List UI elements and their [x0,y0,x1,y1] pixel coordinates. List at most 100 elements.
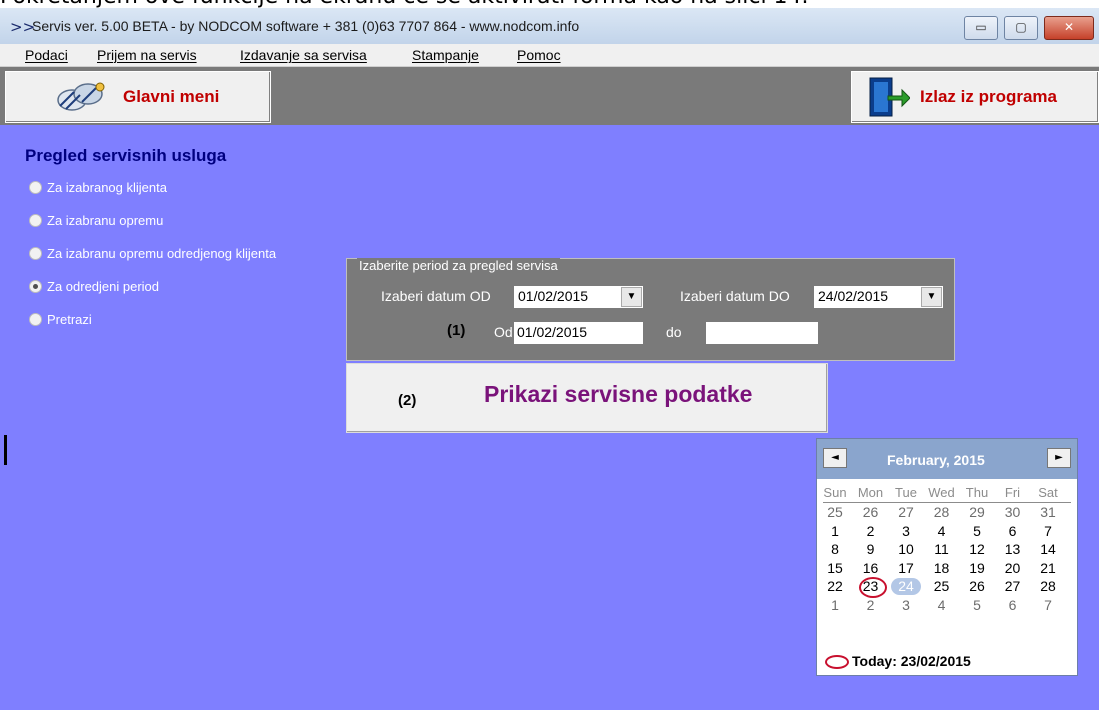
maximize-button[interactable]: ▢ [1004,16,1038,40]
day-of-week-label: Mon [857,485,884,500]
calendar-day[interactable]: 17 [891,560,921,577]
radio-dot [29,313,42,326]
calendar-day[interactable]: 6 [998,523,1028,540]
day-of-week-label: Sat [1038,485,1058,500]
menu-prijem-na-servis[interactable]: Prijem na servis [97,47,197,63]
to-date-label: Izaberi datum DO [680,288,790,304]
calendar-day[interactable]: 2 [856,597,886,614]
calendar-day[interactable]: 3 [891,523,921,540]
calendar-day[interactable]: 3 [891,597,921,614]
to-date-picker[interactable]: 24/02/2015 ▼ [813,285,944,309]
calendar-day[interactable]: 27 [891,504,921,521]
close-icon: ✕ [1063,20,1075,34]
door-exit-icon [869,77,910,117]
minimize-icon: ▭ [975,20,987,34]
menu-stampanje[interactable]: Stampanje [412,47,479,63]
calendar-day[interactable]: 11 [927,541,957,558]
calendar-divider [823,502,1071,503]
next-month-button[interactable]: ► [1047,448,1071,468]
from-date-picker[interactable]: 01/02/2015 ▼ [513,285,644,309]
calendar-day[interactable]: 21 [1033,560,1063,577]
calendar-day[interactable]: 19 [962,560,992,577]
calendar-day[interactable]: 23 [856,577,887,599]
calendar-day[interactable]: 30 [998,504,1028,521]
calendar-month-title: February, 2015 [887,452,985,468]
calendar-day[interactable]: 26 [962,578,992,595]
toolbar: Glavni meni Izlaz iz programa [0,67,1099,125]
calendar-day[interactable]: 5 [962,597,992,614]
calendar-day[interactable]: 14 [1033,541,1063,558]
today-footer[interactable]: Today: 23/02/2015 [825,653,971,670]
calendar-day[interactable]: 18 [927,560,957,577]
radio-label: Pretrazi [47,312,92,327]
do-input[interactable] [705,321,819,345]
calendar-day[interactable]: 12 [962,541,992,558]
step-1-label: (1) [447,322,466,339]
calendar-day[interactable]: 6 [998,597,1028,614]
od-input[interactable]: 01/02/2015 [513,321,644,345]
calendar-day[interactable]: 28 [927,504,957,521]
minimize-button[interactable]: ▭ [964,16,998,40]
calendar-day[interactable]: 7 [1033,597,1063,614]
main-menu-label: Glavni meni [123,87,220,106]
divider [4,435,7,465]
calendar-day[interactable]: 8 [820,541,850,558]
menu-izdavanje-sa-servisa[interactable]: Izdavanje sa servisa [240,47,367,63]
dropdown-arrow-icon[interactable]: ▼ [621,287,642,307]
radio-dot-selected [29,280,42,293]
calendar-day[interactable]: 9 [856,541,886,558]
radio-label: Za izabranog klijenta [47,180,167,195]
calendar-day[interactable]: 1 [820,523,850,540]
calendar-day[interactable]: 16 [856,560,886,577]
today-ring-icon [825,655,849,670]
od-value: 01/02/2015 [517,324,588,340]
calendar-day[interactable]: 25 [927,578,957,595]
window-title: Servis ver. 5.00 BETA - by NODCOM softwa… [32,18,580,34]
prev-month-button[interactable]: ◄ [823,448,847,468]
calendar-day[interactable]: 20 [998,560,1028,577]
calendar-day[interactable]: 26 [856,504,886,521]
calendar-day[interactable]: 4 [927,597,957,614]
calendar-day[interactable]: 2 [856,523,886,540]
radio-dot [29,214,42,227]
show-data-button[interactable]: Prikazi servisne podatke [484,381,752,408]
exit-label: Izlaz iz programa [920,87,1057,106]
radio-label: Za odredjeni period [47,279,160,294]
calendar-dropdown: ◄ February, 2015 ► Sun Mon Tue Wed Thu Fri Sat… [816,438,1078,676]
calendar-day[interactable]: 22 [820,578,850,595]
close-button[interactable]: ✕ [1044,16,1094,40]
to-date-value: 24/02/2015 [818,288,889,304]
calendar-day[interactable]: 13 [998,541,1028,558]
exit-button[interactable]: Izlaz iz programa [851,71,1099,123]
calendar-day[interactable]: 31 [1033,504,1063,521]
menu-podaci[interactable]: Podaci [25,47,68,63]
radio-label: Za izabranu opremu odredjenog klijenta [47,246,277,261]
calendar-day[interactable]: 25 [820,504,850,521]
calendar-day[interactable]: 24 [891,578,921,596]
day-of-week-label: Sun [823,485,847,500]
calendar-day[interactable]: 10 [891,541,921,558]
show-data-panel[interactable]: (2) Prikazi servisne podatke [346,363,828,433]
main-menu-button[interactable]: Glavni meni [5,71,271,123]
calendar-header: ◄ February, 2015 ► [817,439,1077,479]
od-label: Od [494,324,513,340]
title-bar: >> Servis ver. 5.00 BETA - by NODCOM sof… [0,8,1099,45]
calendar-day[interactable]: 7 [1033,523,1063,540]
radio-dot [29,247,42,260]
menu-pomoc[interactable]: Pomoc [517,47,561,63]
from-date-label: Izaberi datum OD [381,288,491,304]
calendar-day[interactable]: 27 [998,578,1028,595]
calendar-day[interactable]: 29 [962,504,992,521]
radio-dot [29,181,42,194]
calendar-day[interactable]: 28 [1033,578,1063,595]
calendar-day[interactable]: 15 [820,560,850,577]
from-date-value: 01/02/2015 [518,288,589,304]
calendar-day[interactable]: 5 [962,523,992,540]
hands-icon [57,82,105,111]
calendar-day[interactable]: 4 [927,523,957,540]
calendar-day[interactable]: 1 [820,597,850,614]
dropdown-arrow-icon[interactable]: ▼ [921,287,942,307]
maximize-icon: ▢ [1015,20,1027,34]
panel-heading: Pregled servisnih usluga [25,146,227,165]
do-label: do [666,324,682,340]
